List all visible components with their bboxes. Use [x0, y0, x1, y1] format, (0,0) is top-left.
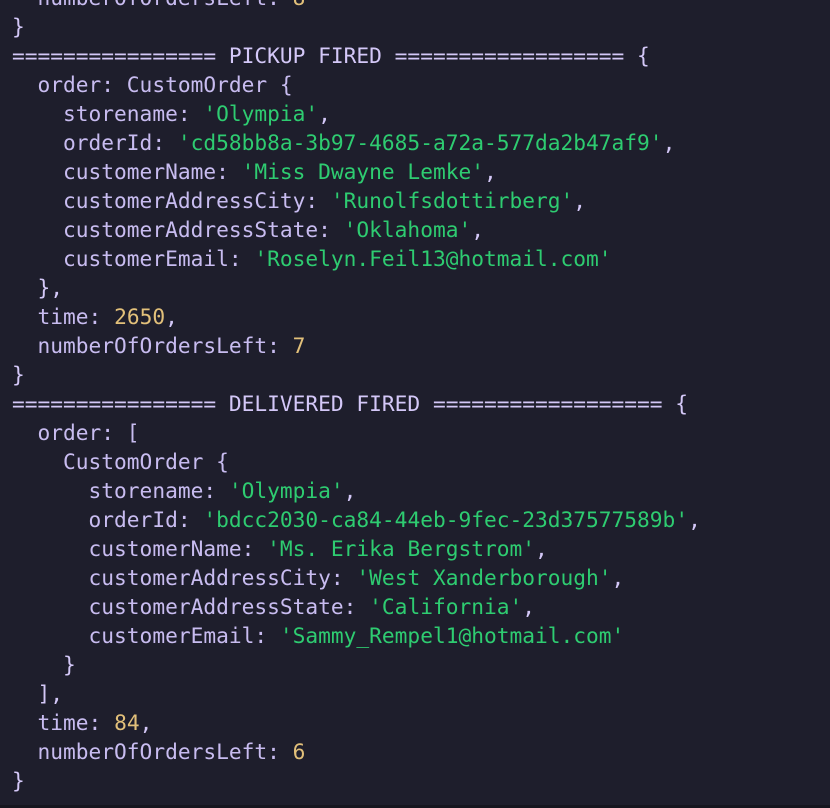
log-text: , [318, 101, 331, 126]
log-line: } [12, 360, 701, 389]
log-text: time: [12, 304, 115, 329]
log-line: numberOfOrdersLeft: 8 [12, 0, 701, 12]
log-text: , [165, 304, 178, 329]
log-event-header: ================ PICKUP FIRED ==========… [12, 43, 650, 68]
log-text: CustomOrder { [12, 449, 229, 474]
log-line: customerEmail: 'Roselyn.Feil13@hotmail.c… [12, 244, 701, 273]
log-text: ], [12, 681, 64, 706]
log-string-value: 'California' [369, 594, 523, 619]
log-text: numberOfOrdersLeft: [12, 739, 293, 764]
log-line: } [12, 650, 701, 679]
log-text: customerAddressState: [12, 594, 370, 619]
log-line: ================ PICKUP FIRED ==========… [12, 41, 701, 70]
log-text: , [522, 594, 536, 619]
log-line: numberOfOrdersLeft: 7 [12, 331, 701, 360]
log-string-value: 'Roselyn.Feil13@hotmail.com' [254, 246, 612, 271]
log-text: } [12, 362, 25, 387]
log-text: } [12, 768, 25, 793]
log-line: ], [12, 679, 701, 708]
log-text: numberOfOrdersLeft: [12, 0, 293, 10]
log-text: customerName: [12, 159, 242, 184]
log-text: , [535, 536, 548, 561]
log-string-value: 'Sammy_Rempel1@hotmail.com' [279, 623, 625, 648]
log-line: customerEmail: 'Sammy_Rempel1@hotmail.co… [12, 621, 701, 650]
log-text: orderId: [12, 507, 204, 532]
log-line: numberOfOrdersLeft: 6 [12, 737, 701, 766]
log-string-value: 'Ms. Erika Bergstrom' [267, 536, 535, 561]
log-number-value: 84 [114, 710, 140, 735]
log-line: } [12, 12, 701, 41]
log-string-value: 'Olympia' [228, 478, 344, 503]
log-text: , [343, 478, 357, 503]
log-line: customerAddressCity: 'West Xanderborough… [12, 563, 701, 592]
log-string-value: 'Runolfsdottirberg' [330, 188, 574, 213]
log-string-value: 'bdcc2030-ca84-44eb-9fec-23d37577589b' [203, 507, 689, 532]
log-string-value: 'Miss Dwayne Lemke' [241, 159, 484, 184]
log-line: customerName: 'Ms. Erika Bergstrom', [12, 534, 701, 563]
log-text: customerAddressCity: [12, 565, 357, 590]
log-line: storename: 'Olympia', [12, 99, 701, 128]
log-string-value: 'West Xanderborough' [356, 565, 612, 590]
log-text: storename: [12, 478, 229, 503]
log-line: CustomOrder { [12, 447, 701, 476]
log-text: order: CustomOrder { [12, 72, 293, 97]
log-text: order: [ [12, 420, 140, 445]
log-text: , [573, 188, 587, 213]
log-line: orderId: 'bdcc2030-ca84-44eb-9fec-23d375… [12, 505, 701, 534]
log-line: time: 2650, [12, 302, 701, 331]
log-text: customerEmail: [12, 623, 280, 648]
log-line: time: 84, [12, 708, 701, 737]
log-text: customerAddressCity: [12, 188, 331, 213]
log-line: customerAddressState: 'Oklahoma', [12, 215, 701, 244]
log-text: , [471, 217, 484, 242]
terminal-output[interactable]: numberOfOrdersLeft: 8} ================ P… [0, 0, 830, 808]
log-number-value: 7 [292, 333, 306, 358]
log-line: ================ DELIVERED FIRED =======… [12, 389, 701, 418]
log-text: , [139, 710, 153, 735]
log-line: customerAddressCity: 'Runolfsdottirberg'… [12, 186, 701, 215]
log-text: customerEmail: [12, 246, 255, 271]
log-text: , [688, 507, 701, 532]
log-string-value: 'Olympia' [203, 101, 319, 126]
log-line: storename: 'Olympia', [12, 476, 701, 505]
log-text: } [12, 14, 25, 39]
log-text: } [12, 652, 76, 677]
log-line: order: CustomOrder { [12, 70, 701, 99]
log-text: , [611, 565, 625, 590]
log-text: , [662, 130, 676, 155]
log-text: orderId: [12, 130, 178, 155]
log-string-value: 'cd58bb8a-3b97-4685-a72a-577da2b47af9' [177, 130, 663, 155]
log-number-value: 2650 [114, 304, 166, 329]
log-line: customerAddressState: 'California', [12, 592, 701, 621]
log-text: customerName: [12, 536, 268, 561]
log-number-value: 6 [292, 739, 306, 764]
log-text: numberOfOrdersLeft: [12, 333, 293, 358]
log-text: }, [12, 275, 64, 300]
log-lines: numberOfOrdersLeft: 8} ================ P… [12, 0, 701, 795]
log-line: } [12, 766, 701, 795]
log-text: time: [12, 710, 115, 735]
log-line: order: [ [12, 418, 701, 447]
log-text: , [483, 159, 497, 184]
log-event-header: ================ DELIVERED FIRED =======… [12, 391, 689, 416]
log-line: }, [12, 273, 701, 302]
log-text: storename: [12, 101, 204, 126]
log-text: customerAddressState: [12, 217, 344, 242]
log-line: customerName: 'Miss Dwayne Lemke', [12, 157, 701, 186]
log-line: orderId: 'cd58bb8a-3b97-4685-a72a-577da2… [12, 128, 701, 157]
log-number-value: 8 [293, 0, 306, 10]
log-string-value: 'Oklahoma' [343, 217, 472, 242]
